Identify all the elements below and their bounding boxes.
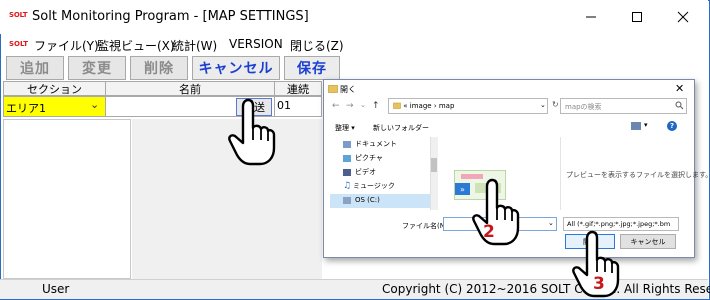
menu-close[interactable]: 閉じる(Z) — [290, 37, 344, 54]
maximize-icon — [632, 12, 642, 22]
dialog-title: 開く — [340, 85, 356, 94]
close-button[interactable] — [660, 0, 706, 34]
folder-icon — [393, 102, 401, 109]
app-logo: SOLT — [9, 11, 28, 19]
menu-monitor-view[interactable]: 監視ビュー(X) — [97, 37, 175, 54]
search-icon — [675, 101, 684, 110]
music-icon: ♫ — [343, 180, 352, 191]
document-icon — [343, 140, 351, 148]
menu-file[interactable]: ファイル(Y) — [34, 37, 99, 54]
recent-chevron-icon[interactable]: ⌄ — [360, 101, 366, 109]
address-bar[interactable]: « image › map — [388, 98, 548, 114]
tree-scrollbar[interactable] — [430, 137, 438, 210]
window-title: Solt Monitoring Program - [MAP SETTINGS] — [32, 9, 309, 24]
chevron-down-icon: ⌄ — [90, 98, 100, 111]
close-icon — [677, 11, 689, 23]
column-header-renzoku: 連続 — [274, 81, 322, 96]
tree-item-label: OS (C:) — [355, 196, 380, 204]
tree-item-label: ピクチャ — [355, 154, 383, 162]
pointing-hand-icon — [228, 98, 276, 166]
organize-menu[interactable]: 整理 ▾ — [335, 123, 355, 133]
minimize-button[interactable] — [568, 0, 614, 34]
new-folder-button[interactable]: 新しいフォルダー — [373, 123, 429, 133]
file-type-icon: » — [455, 183, 470, 195]
tree-item-pictures[interactable]: ピクチャ — [343, 153, 383, 163]
refresh-icon[interactable]: ↻ — [552, 100, 559, 109]
tree-item-documents[interactable]: ドキュメント — [343, 139, 397, 149]
tree-scrollbar-thumb[interactable] — [431, 158, 437, 172]
status-user: User — [42, 282, 70, 296]
help-icon[interactable]: ? — [667, 121, 677, 131]
view-icon[interactable] — [631, 122, 641, 130]
menu-logo: SOLT — [9, 40, 29, 48]
dialog-search-input[interactable]: mapの検索 — [560, 98, 687, 114]
path-segment[interactable]: map — [439, 102, 455, 110]
renzoku-value: 01 — [277, 99, 291, 112]
tree-item-os-drive[interactable]: OS (C:) — [343, 196, 380, 204]
menu-statistics[interactable]: 統計(W) — [172, 37, 217, 54]
column-header-name: 名前 — [105, 81, 275, 96]
preview-message: プレビューを表示するファイルを選択します。 — [566, 171, 710, 179]
add-button[interactable]: 追加 — [6, 56, 64, 80]
menu-version[interactable]: VERSION — [229, 37, 283, 51]
filename-chevron-icon[interactable]: ⌄ — [548, 219, 554, 227]
delete-button[interactable]: 削除 — [130, 56, 188, 80]
maximize-button[interactable] — [614, 0, 660, 34]
path-chevron-icon[interactable]: ⌄ — [540, 101, 546, 109]
cancel-button[interactable]: キャンセル — [192, 56, 280, 80]
tree-item-videos[interactable]: ビデオ — [343, 167, 376, 177]
folder-icon — [328, 85, 338, 93]
path-segment[interactable]: image — [410, 102, 432, 110]
section-list-panel[interactable] — [3, 119, 131, 279]
forward-icon[interactable]: → — [346, 101, 354, 111]
up-icon[interactable]: ↑ — [372, 101, 380, 111]
save-button[interactable]: 保存 — [284, 56, 340, 80]
video-icon — [343, 168, 351, 176]
dialog-cancel-button[interactable]: キャンセル — [620, 234, 676, 249]
dialog-close-icon[interactable]: ✕ — [675, 82, 684, 95]
column-header-section: セクション — [3, 81, 106, 96]
drive-icon — [343, 196, 351, 204]
path-segment[interactable]: « — [403, 102, 407, 110]
tree-item-music[interactable]: ♫ ミュージック — [343, 181, 395, 191]
minimize-icon — [586, 16, 596, 18]
back-icon[interactable]: ← — [332, 101, 340, 111]
status-copyright: Copyright (C) 2012~2016 SOLT Co.,Ltd. Al… — [382, 282, 710, 296]
tree-item-label: ドキュメント — [355, 140, 397, 148]
view-chevron-icon[interactable]: ▾ — [644, 121, 648, 129]
picture-icon — [343, 154, 351, 162]
tree-item-label: ミュージック — [353, 182, 395, 190]
tree-item-label: ビデオ — [355, 168, 376, 176]
step-2-label: 2 — [483, 222, 495, 242]
edit-button[interactable]: 変更 — [68, 56, 126, 80]
step-3-label: 3 — [593, 274, 605, 294]
pointing-hand-icon — [472, 178, 520, 246]
breadcrumb-separator-icon: › — [433, 102, 437, 110]
